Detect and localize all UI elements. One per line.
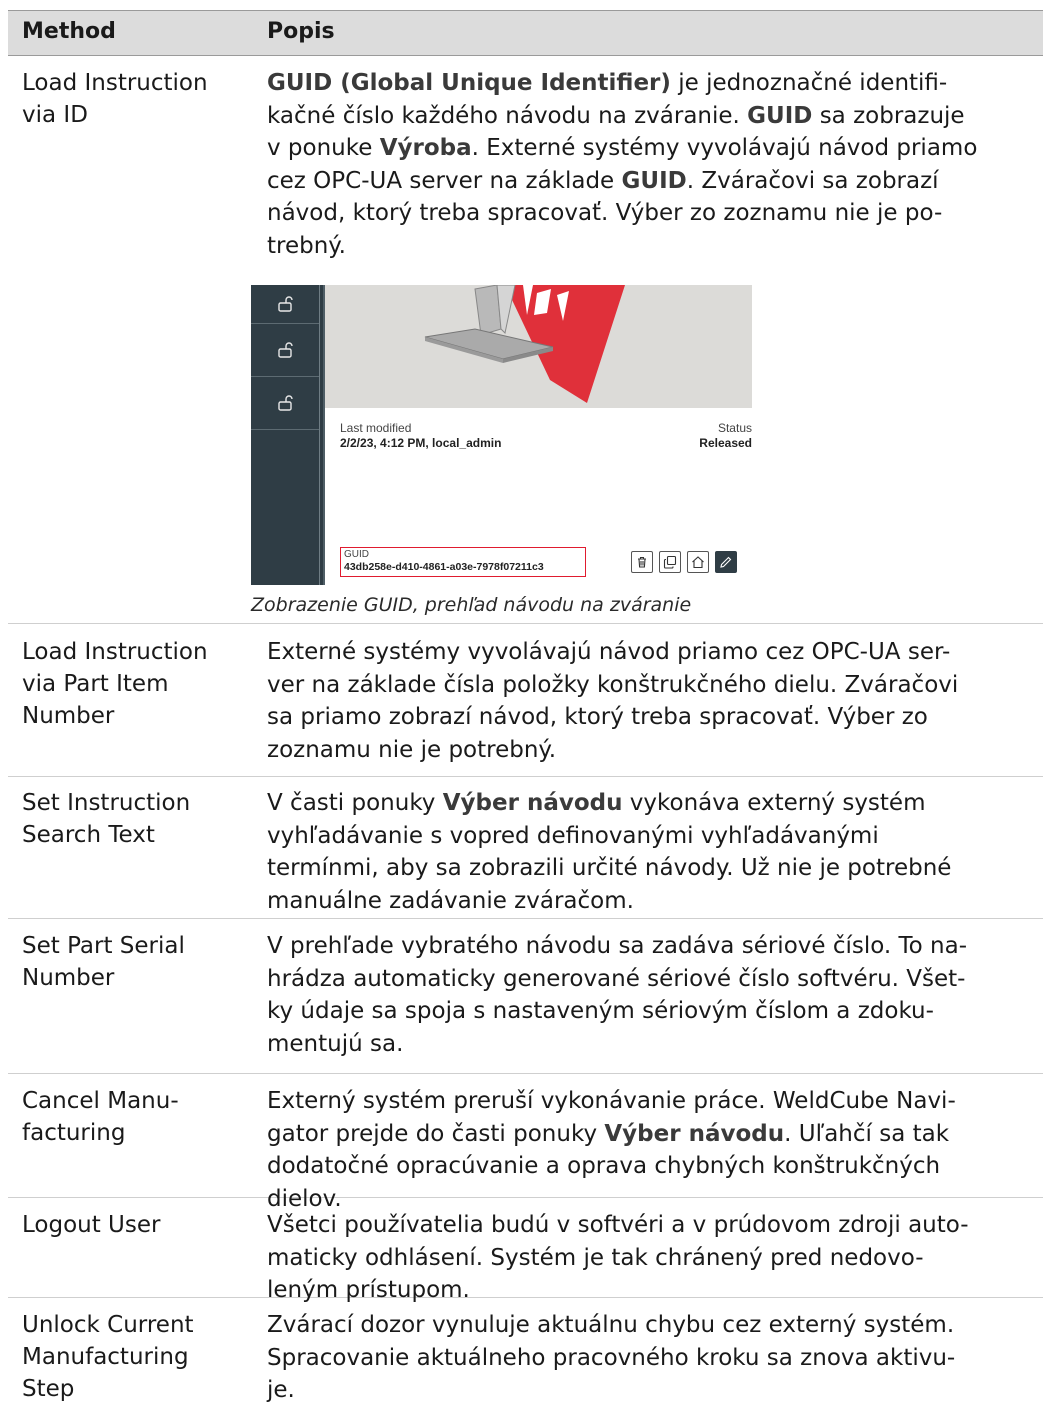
last-modified-label: Last modified xyxy=(340,421,412,435)
figure-caption: Zobrazenie GUID, prehľad návodu na zvára… xyxy=(251,594,692,616)
guid-screenshot: Last modified 2/2/23, 4:12 PM, local_adm… xyxy=(251,285,752,585)
method-cell: Cancel Manu- facturing xyxy=(22,1088,179,1146)
trash-icon[interactable] xyxy=(631,551,653,573)
description-cell: Externé systémy vyvolávajú návod priamo … xyxy=(267,639,959,763)
method-cell: Set Part Serial Number xyxy=(22,933,185,991)
description-cell: Externý systém preruší vykonávanie práce… xyxy=(267,1088,956,1212)
table-row: Set Part Serial Number V prehľade vybrat… xyxy=(8,918,1043,1074)
description-cell: V prehľade vybratého návodu sa zadáva sé… xyxy=(267,933,968,1057)
method-cell: Load Instruction via ID xyxy=(22,70,208,128)
description-cell: V časti ponuky Výber návodu vykonáva ext… xyxy=(267,790,952,914)
unlock-icon xyxy=(251,324,319,377)
method-cell: Logout User xyxy=(22,1212,161,1238)
part-preview-image xyxy=(325,285,752,408)
unlock-icon xyxy=(251,285,319,324)
method-cell: Set Instruction Search Text xyxy=(22,790,191,848)
last-modified-value: 2/2/23, 4:12 PM, local_admin xyxy=(340,436,502,450)
table-row: Load Instruction via Part Item Number Ex… xyxy=(8,623,1043,777)
instruction-card: Last modified 2/2/23, 4:12 PM, local_adm… xyxy=(325,285,752,585)
method-cell: Load Instruction via Part Item Number xyxy=(22,639,208,729)
method-cell: Unlock Current Manufacturing Step xyxy=(22,1312,194,1402)
table-row: Cancel Manu- facturing Externý systém pr… xyxy=(8,1073,1043,1212)
table-row: Unlock Current Manufacturing Step Zvárac… xyxy=(8,1297,1043,1407)
pencil-icon[interactable] xyxy=(715,551,737,573)
guid-highlight: GUID 43db258e-d410-4861-a03e-7978f07211c… xyxy=(340,547,586,577)
table-row: Set Instruction Search Text V časti ponu… xyxy=(8,775,1043,919)
home-icon[interactable] xyxy=(687,551,709,573)
unlock-icon xyxy=(251,377,319,430)
status-label: Status xyxy=(717,421,752,435)
header-popis: Popis xyxy=(267,19,335,44)
table-row: Logout User Všetci používatelia budú v s… xyxy=(8,1197,1043,1303)
status-value: Released xyxy=(699,436,752,450)
copy-icon[interactable] xyxy=(659,551,681,573)
guid-label: GUID xyxy=(344,549,369,560)
guid-value: 43db258e-d410-4861-a03e-7978f07211c3 xyxy=(344,561,544,573)
description-cell: Všetci používatelia budú v softvéri a v … xyxy=(267,1212,969,1303)
table-header: Method Popis xyxy=(8,10,1043,56)
header-method: Method xyxy=(22,19,116,44)
sidebar-rail xyxy=(251,285,319,585)
description-cell: Zvárací dozor vynuluje aktuálnu chybu ce… xyxy=(267,1312,956,1403)
description-cell: GUID (Global Unique Identifier) je jedno… xyxy=(267,70,978,259)
